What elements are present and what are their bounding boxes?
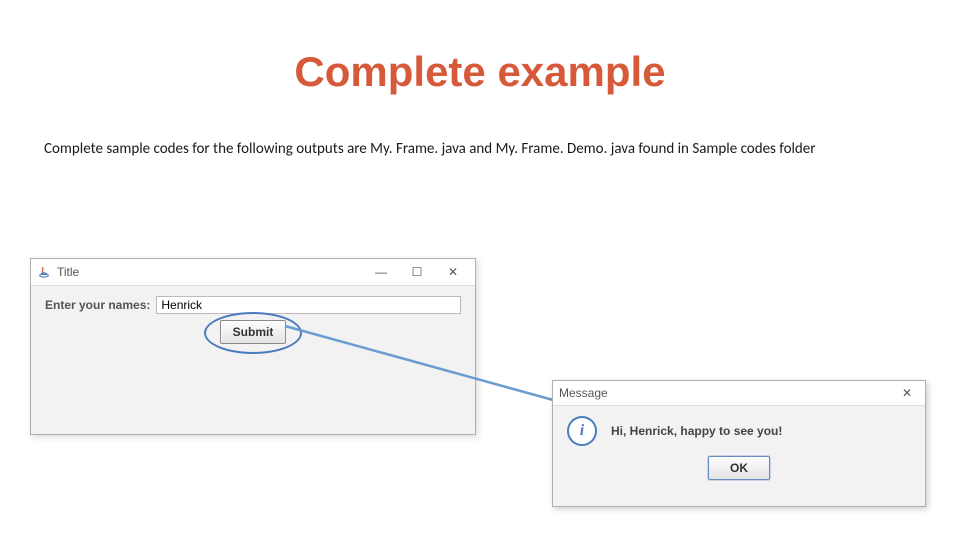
minimize-button[interactable]: — — [363, 260, 399, 284]
dialog-button-row: OK — [553, 450, 925, 488]
info-icon: i — [567, 416, 597, 446]
dialog-title-text: Message — [559, 386, 895, 400]
message-dialog: Message ✕ i Hi, Henrick, happy to see yo… — [552, 380, 926, 507]
dialog-close-button[interactable]: ✕ — [895, 381, 919, 405]
slide-title: Complete example — [0, 48, 960, 96]
dialog-body: i Hi, Henrick, happy to see you! — [553, 406, 925, 450]
dialog-titlebar: Message ✕ — [553, 381, 925, 406]
close-button[interactable]: ✕ — [435, 260, 471, 284]
submit-row: Submit — [45, 320, 461, 344]
dialog-message: Hi, Henrick, happy to see you! — [611, 424, 782, 438]
window-controls: — ☐ ✕ — [363, 260, 471, 284]
maximize-button[interactable]: ☐ — [399, 260, 435, 284]
name-label: Enter your names: — [45, 298, 150, 312]
java-frame-window: Title — ☐ ✕ Enter your names: Submit — [30, 258, 476, 435]
frame-titlebar: Title — ☐ ✕ — [31, 259, 475, 286]
submit-button[interactable]: Submit — [220, 320, 287, 344]
frame-title-text: Title — [57, 265, 363, 279]
name-row: Enter your names: — [45, 296, 461, 314]
java-icon — [37, 265, 51, 279]
frame-body: Enter your names: Submit — [31, 286, 475, 354]
ok-button[interactable]: OK — [708, 456, 770, 480]
name-input[interactable] — [156, 296, 461, 314]
slide-description: Complete sample codes for the following … — [44, 140, 924, 158]
